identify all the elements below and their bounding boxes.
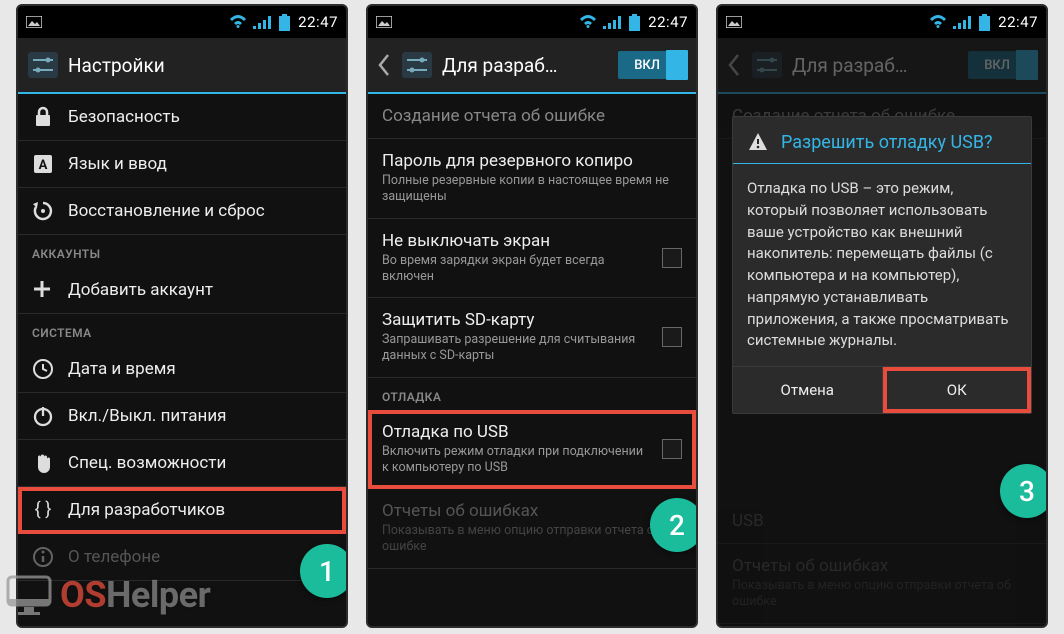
developer-switch[interactable]: ВКЛ [618,51,686,79]
action-bar: Для разраб… ВКЛ [368,38,696,94]
phone-screen-1: 22:47 Настройки Безопасность Язык и ввод… [16,4,348,628]
clock: 22:47 [998,13,1038,31]
wifi-icon [579,14,597,30]
monitor-icon [6,575,52,615]
picture-icon [726,16,742,28]
status-bar: 22:47 [368,6,696,38]
row-usb-bg: USB [718,499,1046,544]
signal-icon [953,15,971,30]
dialog-cancel-button[interactable]: Отмена [733,367,883,413]
section-accounts: АККАУНТЫ [18,235,346,267]
plus-icon [32,279,54,301]
hand-icon [32,452,54,474]
clock-icon [32,358,54,380]
settings-icon [402,52,432,78]
language-icon [32,153,54,175]
dialog-title: Разрешить отладку USB? [781,132,993,153]
status-bar: 22:47 [18,6,346,38]
row-bug-report[interactable]: Создание отчета об ошибке [368,94,696,139]
page-title: Настройки [68,54,336,77]
phone-screen-3: 22:47 Для разраб… ВКЛ Создание отчета об… [716,4,1048,628]
settings-list[interactable]: Безопасность Язык и ввод Восстановление … [18,94,346,626]
row-accessibility[interactable]: Спец. возможности [18,440,346,487]
page-title: Для разраб… [792,54,958,77]
settings-icon [752,52,782,78]
picture-icon [26,16,42,28]
power-icon [32,405,54,427]
battery-icon [627,14,642,31]
action-bar: Для разраб… ВКЛ [718,38,1046,94]
braces-icon [32,499,54,521]
page-title: Для разраб… [442,54,608,77]
clock: 22:47 [298,13,338,31]
back-button[interactable] [728,53,742,77]
row-developer-options[interactable]: Для разработчиков [18,487,346,534]
phone-screen-2: 22:47 Для разраб… ВКЛ Создание отчета об… [366,4,698,628]
row-stay-awake[interactable]: Не выключать экран Во время зарядки экра… [368,219,696,299]
dialog-ok-button[interactable]: ОК [883,367,1032,413]
checkbox[interactable] [662,439,682,459]
row-protect-sd[interactable]: Защитить SD-карту Запрашивать разрешение… [368,298,696,378]
row-security[interactable]: Безопасность [18,94,346,141]
row-datetime[interactable]: Дата и время [18,346,346,393]
checkbox[interactable] [662,327,682,347]
battery-icon [977,14,992,31]
step-badge-2: 2 [650,498,698,552]
step-badge-3: 3 [1000,464,1048,518]
row-usb-debugging[interactable]: Отладка по USB Включить режим отладки пр… [368,410,696,490]
restore-icon [32,200,54,222]
watermark: OSHelper [6,574,210,616]
action-bar: Настройки [18,38,346,94]
status-bar: 22:47 [718,6,1046,38]
signal-icon [603,15,621,30]
row-bug-reports[interactable]: Отчеты об ошибках Показывать в меню опци… [368,489,696,569]
picture-icon [376,16,392,28]
info-icon [32,546,54,568]
row-power[interactable]: Вкл./Выкл. питания [18,393,346,440]
checkbox[interactable] [662,248,682,268]
wifi-icon [229,14,247,30]
row-language[interactable]: Язык и ввод [18,141,346,188]
developer-list[interactable]: Создание отчета об ошибке Пароль для рез… [368,94,696,626]
dialog-body: Отладка по USB – это режим, который позв… [733,164,1031,366]
row-bug-reports-bg: Отчеты об ошибках Показывать в меню опци… [718,544,1046,624]
section-debug: ОТЛАДКА [368,378,696,410]
row-add-account[interactable]: Добавить аккаунт [18,267,346,314]
row-backup-password[interactable]: Пароль для резервного копиро Полные резе… [368,139,696,219]
usb-debug-dialog: Разрешить отладку USB? Отладка по USB – … [732,116,1032,414]
clock: 22:47 [648,13,688,31]
battery-icon [277,14,292,31]
developer-switch[interactable]: ВКЛ [968,51,1036,79]
row-restore[interactable]: Восстановление и сброс [18,188,346,235]
warning-icon [747,131,769,153]
back-button[interactable] [378,53,392,77]
settings-icon [28,52,58,78]
wifi-icon [929,14,947,30]
lock-icon [32,106,54,128]
signal-icon [253,15,271,30]
section-system: СИСТЕМА [18,314,346,346]
step-badge-1: 1 [300,544,348,598]
